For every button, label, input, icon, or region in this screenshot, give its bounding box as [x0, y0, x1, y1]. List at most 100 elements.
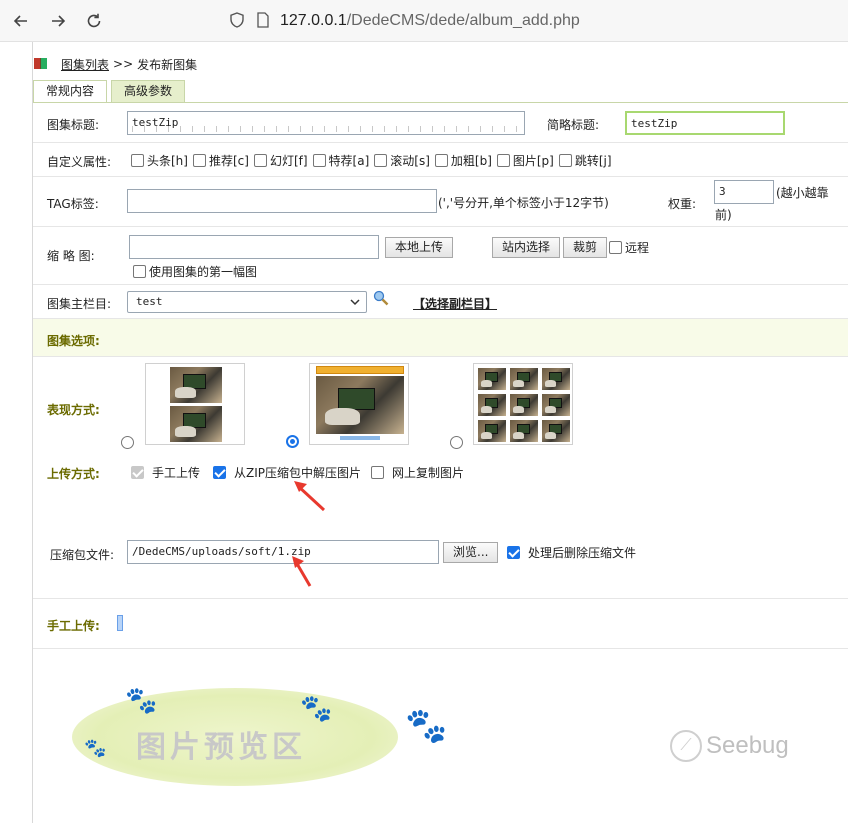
attr-label-text: 图片[p] [512, 153, 554, 168]
attr-checkbox-list: 头条[h] 推荐[c] 幻灯[f] 特荐[a] 滚动[s] 加粗[b] 图片[p… [131, 143, 615, 177]
delete-after-option[interactable]: 处理后删除压缩文件 [507, 544, 636, 561]
url-text[interactable]: 127.0.0.1/DedeCMS/dede/album_add.php [280, 12, 580, 30]
reload-icon[interactable] [82, 9, 106, 33]
select-sub-column-link[interactable]: 【选择副栏目】 [413, 295, 497, 312]
thumb-label: 缩 略 图: [47, 249, 95, 263]
forward-arrow-icon[interactable] [46, 9, 70, 33]
remote-option[interactable]: 远程 [609, 239, 649, 256]
attr-label-text: 头条[h] [147, 153, 188, 168]
upload-mode-row: 上传方式: 手工上传 从ZIP压缩包中解压图片 网上复制图片 [33, 452, 848, 504]
zip-file-input[interactable]: /DedeCMS/uploads/soft/1.zip [127, 540, 439, 564]
preview-photo [478, 368, 506, 390]
search-icon[interactable] [373, 290, 389, 309]
upload-manual-label: 手工上传 [152, 466, 201, 480]
attr-checkbox[interactable] [496, 153, 510, 167]
album-options-header: 图集选项: [33, 319, 848, 357]
delete-after-checkbox[interactable] [507, 546, 520, 559]
use-first-image-checkbox[interactable] [133, 265, 146, 278]
preview-photo [510, 394, 538, 416]
crop-button[interactable]: 裁剪 [563, 237, 608, 258]
seebug-watermark: ⟋ Seebug [670, 730, 789, 762]
display-mode-radio-2[interactable] [286, 435, 299, 448]
attr-checkbox[interactable] [374, 153, 388, 167]
upload-web-label: 网上复制图片 [392, 466, 465, 480]
attr-checkbox[interactable] [558, 153, 572, 167]
attr-special[interactable]: 特荐[a] [312, 152, 370, 169]
attr-checkbox[interactable] [192, 153, 206, 167]
zip-file-row: 压缩包文件: /DedeCMS/uploads/soft/1.zip 浏览...… [33, 504, 848, 599]
attr-label: 自定义属性: [47, 155, 112, 169]
attr-label-text: 推荐[c] [208, 153, 249, 168]
attr-scroll[interactable]: 滚动[s] [374, 152, 430, 169]
thumb-input[interactable] [129, 235, 379, 259]
attr-checkbox[interactable] [253, 153, 267, 167]
url-host: 127.0.0.1 [280, 12, 347, 29]
chevron-down-icon [350, 292, 360, 320]
back-arrow-icon[interactable] [9, 9, 33, 33]
use-first-image-option[interactable]: 使用图集的第一幅图 [133, 263, 257, 280]
display-mode-radio-3[interactable] [450, 436, 463, 449]
attr-label-text: 跳转[j] [574, 153, 612, 168]
preview-photo [170, 367, 222, 403]
attr-bold[interactable]: 加粗[b] [434, 152, 492, 169]
upload-web-checkbox[interactable] [371, 466, 384, 479]
title-label: 图集标题: [47, 118, 100, 132]
preview-photo [510, 420, 538, 442]
attr-checkbox[interactable] [312, 153, 326, 167]
tag-row: TAG标签: (','号分开,单个标签小于12字节) 权重: 3 (越小越靠 前… [33, 177, 848, 227]
tab-general[interactable]: 常规内容 [33, 80, 108, 102]
preview-photo [510, 368, 538, 390]
display-mode-thumb-2[interactable] [309, 363, 409, 445]
column-select[interactable]: test [127, 291, 367, 313]
display-mode-radio-1[interactable] [121, 436, 134, 449]
column-row: 图集主栏目: test 【选择副栏目】 [33, 285, 848, 319]
browse-button[interactable]: 浏览... [443, 542, 499, 563]
page-icon [256, 11, 270, 31]
weight-hint-line1: (越小越靠 [776, 186, 829, 200]
upload-zip-checkbox[interactable] [213, 466, 226, 479]
upload-manual-checkbox[interactable] [131, 466, 144, 479]
annotation-arrow-icon [294, 481, 326, 512]
upload-option-web[interactable]: 网上复制图片 [371, 464, 464, 481]
use-first-image-label: 使用图集的第一幅图 [149, 265, 258, 279]
attr-jump[interactable]: 跳转[j] [558, 152, 612, 169]
annotation-arrow-icon [292, 556, 312, 587]
display-mode-thumb-1[interactable] [145, 363, 245, 445]
zip-file-label: 压缩包文件: [50, 548, 115, 562]
remote-label: 远程 [625, 241, 650, 255]
local-upload-button[interactable]: 本地上传 [385, 237, 454, 258]
preview-photo [316, 376, 404, 434]
album-options-title: 图集选项: [47, 334, 100, 348]
breadcrumb-separator: >> [113, 57, 134, 71]
attr-recommend[interactable]: 推荐[c] [192, 152, 249, 169]
attr-checkbox[interactable] [434, 153, 448, 167]
manual-upload-row: 手工上传: [33, 599, 848, 649]
upload-option-zip[interactable]: 从ZIP压缩包中解压图片 [213, 464, 361, 481]
tab-bar: 常规内容 高级参数 [33, 80, 189, 102]
attr-picture[interactable]: 图片[p] [496, 152, 554, 169]
input-ruler [132, 126, 520, 132]
upload-option-manual[interactable]: 手工上传 [131, 464, 200, 481]
url-path: /DedeCMS/dede/album_add.php [346, 12, 580, 29]
address-bar[interactable]: 127.0.0.1/DedeCMS/dede/album_add.php [228, 6, 580, 36]
tag-input[interactable] [127, 189, 437, 213]
paw-icon: 🐾 [84, 738, 107, 759]
site-select-button[interactable]: 站内选择 [492, 237, 561, 258]
title-input[interactable]: testZip [127, 111, 525, 135]
manual-upload-handle[interactable] [117, 615, 123, 631]
book-icon [33, 56, 49, 73]
weight-label: 权重: [668, 197, 697, 211]
attr-checkbox[interactable] [131, 153, 144, 167]
tab-advanced[interactable]: 高级参数 [111, 80, 186, 102]
breadcrumb-link-album-list[interactable]: 图集列表 [61, 56, 109, 73]
attr-slide[interactable]: 幻灯[f] [253, 152, 308, 169]
watermark-text: Seebug [706, 732, 789, 759]
remote-checkbox[interactable] [609, 241, 622, 254]
attr-label-text: 特荐[a] [328, 153, 370, 168]
weight-input[interactable]: 3 [714, 180, 774, 204]
attr-headline[interactable]: 头条[h] [131, 152, 188, 169]
display-mode-thumb-3[interactable] [473, 363, 573, 445]
attr-label-text: 幻灯[f] [269, 153, 308, 168]
shield-icon[interactable] [228, 11, 246, 32]
short-title-input[interactable]: testZip [625, 111, 785, 135]
